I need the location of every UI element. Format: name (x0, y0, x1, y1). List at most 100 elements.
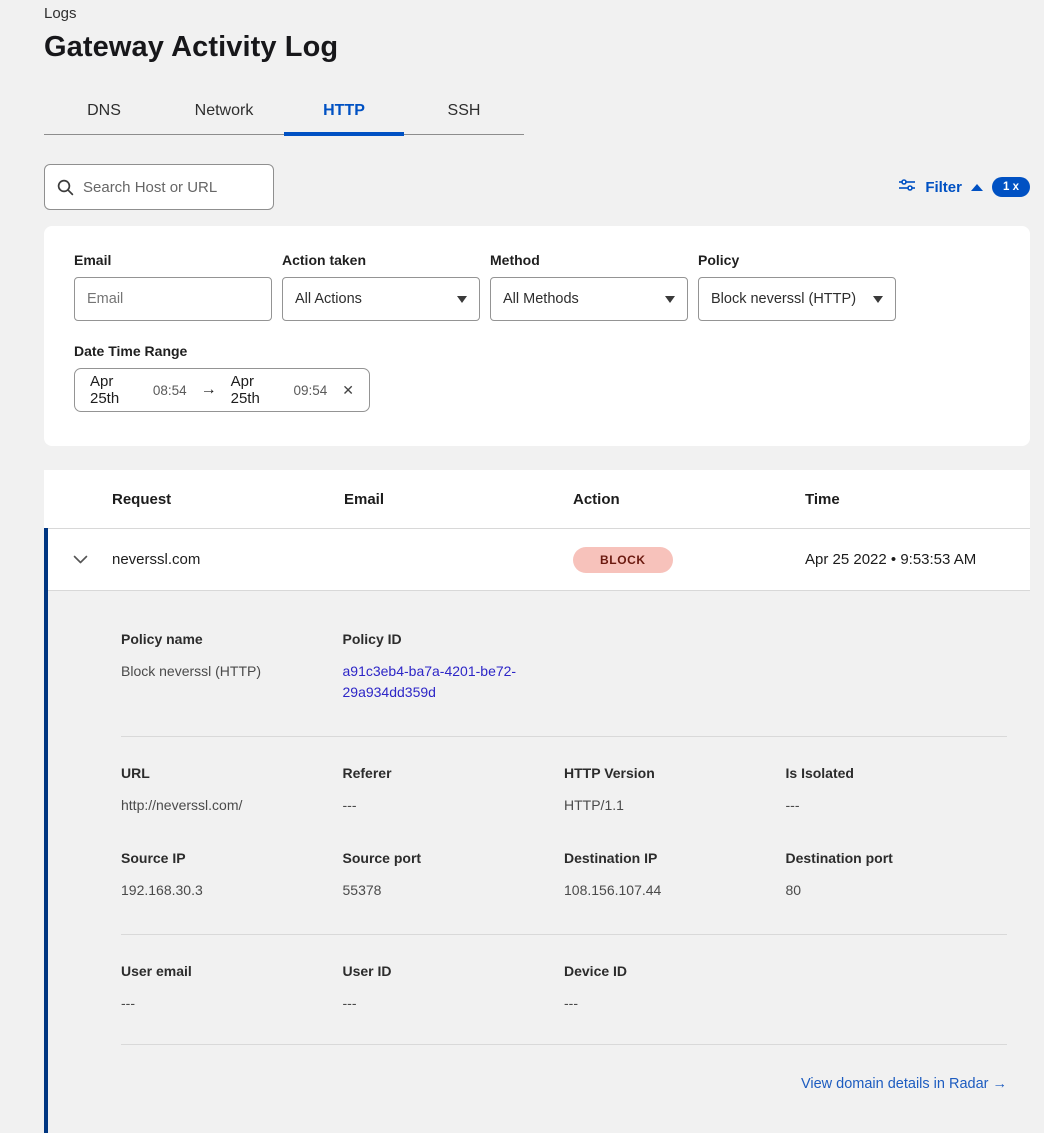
action-filter-select[interactable]: All Actions (282, 277, 480, 321)
date-range-field: Date Time Range Apr 25th 08:54 → Apr 25t… (74, 343, 370, 412)
detail-field: Is Isolated --- (786, 765, 1008, 833)
policy-filter-select[interactable]: Block neverssl (HTTP) (698, 277, 896, 321)
row-expander[interactable] (48, 555, 112, 564)
detail-field: Source IP 192.168.30.3 (121, 850, 343, 934)
detail-label: Device ID (564, 963, 786, 979)
detail-label: Policy name (121, 631, 343, 647)
sliders-icon (898, 179, 916, 195)
email-filter-field: Email (74, 252, 272, 321)
chevron-down-icon (665, 296, 675, 303)
filter-toggle-label[interactable]: Filter (925, 179, 962, 196)
empty-cell (786, 631, 1008, 703)
user-email-value: --- (121, 993, 343, 1014)
detail-field: URL http://neverssl.com/ (121, 765, 343, 833)
detail-field: Policy ID a91c3eb4-ba7a-4201-be72-29a934… (343, 631, 565, 703)
detail-field: User ID --- (343, 963, 565, 1044)
start-time[interactable]: 08:54 (153, 383, 187, 398)
column-header-request[interactable]: Request (112, 491, 344, 508)
policy-filter-label: Policy (698, 252, 896, 268)
url-value: http://neverssl.com/ (121, 795, 343, 816)
action-filter-field: Action taken All Actions (282, 252, 480, 321)
policy-id-link[interactable]: a91c3eb4-ba7a-4201-be72-29a934dd359d (343, 661, 533, 703)
detail-label: Is Isolated (786, 765, 1008, 781)
radar-details-link[interactable]: View domain details in Radar → (801, 1076, 1007, 1092)
is-isolated-value: --- (786, 795, 1008, 816)
detail-label: User ID (343, 963, 565, 979)
detail-field: User email --- (121, 963, 343, 1044)
filter-field-row: Email Action taken All Actions Method Al… (74, 252, 1000, 321)
arrow-right-icon: → (196, 381, 222, 399)
detail-field: HTTP Version HTTP/1.1 (564, 765, 786, 833)
method-filter-label: Method (490, 252, 688, 268)
column-header-email[interactable]: Email (344, 491, 573, 508)
search-box[interactable] (44, 164, 274, 210)
detail-label: HTTP Version (564, 765, 786, 781)
detail-field: Destination IP 108.156.107.44 (564, 850, 786, 934)
tab-ssh[interactable]: SSH (404, 90, 524, 134)
collapse-caret-icon[interactable] (971, 184, 983, 191)
destination-ip-value: 108.156.107.44 (564, 880, 786, 901)
search-icon (57, 179, 74, 196)
detail-label: Referer (343, 765, 565, 781)
request-section: URL http://neverssl.com/ Referer --- HTT… (121, 737, 1007, 833)
detail-label: Source port (343, 850, 565, 866)
end-date[interactable]: Apr 25th (231, 373, 285, 407)
method-filter-value: All Methods (503, 291, 579, 307)
page-title: Gateway Activity Log (44, 31, 1030, 64)
table-header-row: Request Email Action Time (44, 470, 1030, 528)
http-version-value: HTTP/1.1 (564, 795, 786, 816)
policy-filter-value: Block neverssl (HTTP) (711, 291, 856, 307)
method-filter-select[interactable]: All Methods (490, 277, 688, 321)
detail-label: Policy ID (343, 631, 565, 647)
action-status-badge: BLOCK (573, 547, 673, 573)
policy-filter-field: Policy Block neverssl (HTTP) (698, 252, 896, 321)
toolbar: Filter 1 x (44, 164, 1030, 210)
detail-label: Destination port (786, 850, 1008, 866)
end-time[interactable]: 09:54 (293, 383, 327, 398)
tab-http[interactable]: HTTP (284, 90, 404, 134)
expanded-log-entry: neverssl.com BLOCK Apr 25 2022 • 9:53:53… (44, 528, 1030, 1133)
detail-field: Policy name Block neverssl (HTTP) (121, 631, 343, 703)
log-entry-details: Policy name Block neverssl (HTTP) Policy… (48, 590, 1030, 1133)
device-id-value: --- (564, 993, 786, 1014)
user-id-value: --- (343, 993, 565, 1014)
destination-port-value: 80 (786, 880, 1008, 901)
tab-network[interactable]: Network (164, 90, 284, 134)
empty-cell (786, 963, 1008, 1044)
radar-link-row: View domain details in Radar → (121, 1045, 1007, 1133)
detail-label: Destination IP (564, 850, 786, 866)
search-input[interactable] (83, 179, 282, 196)
email-filter-label: Email (74, 252, 272, 268)
cell-time: Apr 25 2022 • 9:53:53 AM (805, 551, 1030, 568)
detail-field: Source port 55378 (343, 850, 565, 934)
email-filter-input[interactable] (74, 277, 272, 321)
date-range-picker[interactable]: Apr 25th 08:54 → Apr 25th 09:54 ✕ (74, 368, 370, 412)
tab-dns[interactable]: DNS (44, 90, 164, 134)
referer-value: --- (343, 795, 565, 816)
source-port-value: 55378 (343, 880, 565, 901)
detail-field: Device ID --- (564, 963, 786, 1044)
breadcrumb[interactable]: Logs (44, 5, 1030, 22)
clear-date-range-icon[interactable]: ✕ (342, 382, 354, 399)
detail-label: URL (121, 765, 343, 781)
chevron-down-icon (457, 296, 467, 303)
user-section: User email --- User ID --- Device ID --- (121, 935, 1007, 1044)
tab-bar: DNS Network HTTP SSH (44, 90, 524, 135)
column-header-action[interactable]: Action (573, 491, 805, 508)
chevron-down-icon (873, 296, 883, 303)
column-header-time[interactable]: Time (805, 491, 1030, 508)
source-ip-value: 192.168.30.3 (121, 880, 343, 901)
date-range-label: Date Time Range (74, 343, 370, 359)
page-content: Logs Gateway Activity Log DNS Network HT… (0, 0, 1044, 1133)
filter-controls[interactable]: Filter 1 x (898, 177, 1030, 197)
detail-label: User email (121, 963, 343, 979)
cell-action: BLOCK (573, 547, 805, 573)
action-filter-label: Action taken (282, 252, 480, 268)
table-row[interactable]: neverssl.com BLOCK Apr 25 2022 • 9:53:53… (48, 528, 1030, 590)
detail-label: Source IP (121, 850, 343, 866)
start-date[interactable]: Apr 25th (90, 373, 144, 407)
policy-name-value: Block neverssl (HTTP) (121, 661, 343, 682)
filter-count-badge[interactable]: 1 x (992, 177, 1030, 197)
detail-field: Referer --- (343, 765, 565, 833)
method-filter-field: Method All Methods (490, 252, 688, 321)
